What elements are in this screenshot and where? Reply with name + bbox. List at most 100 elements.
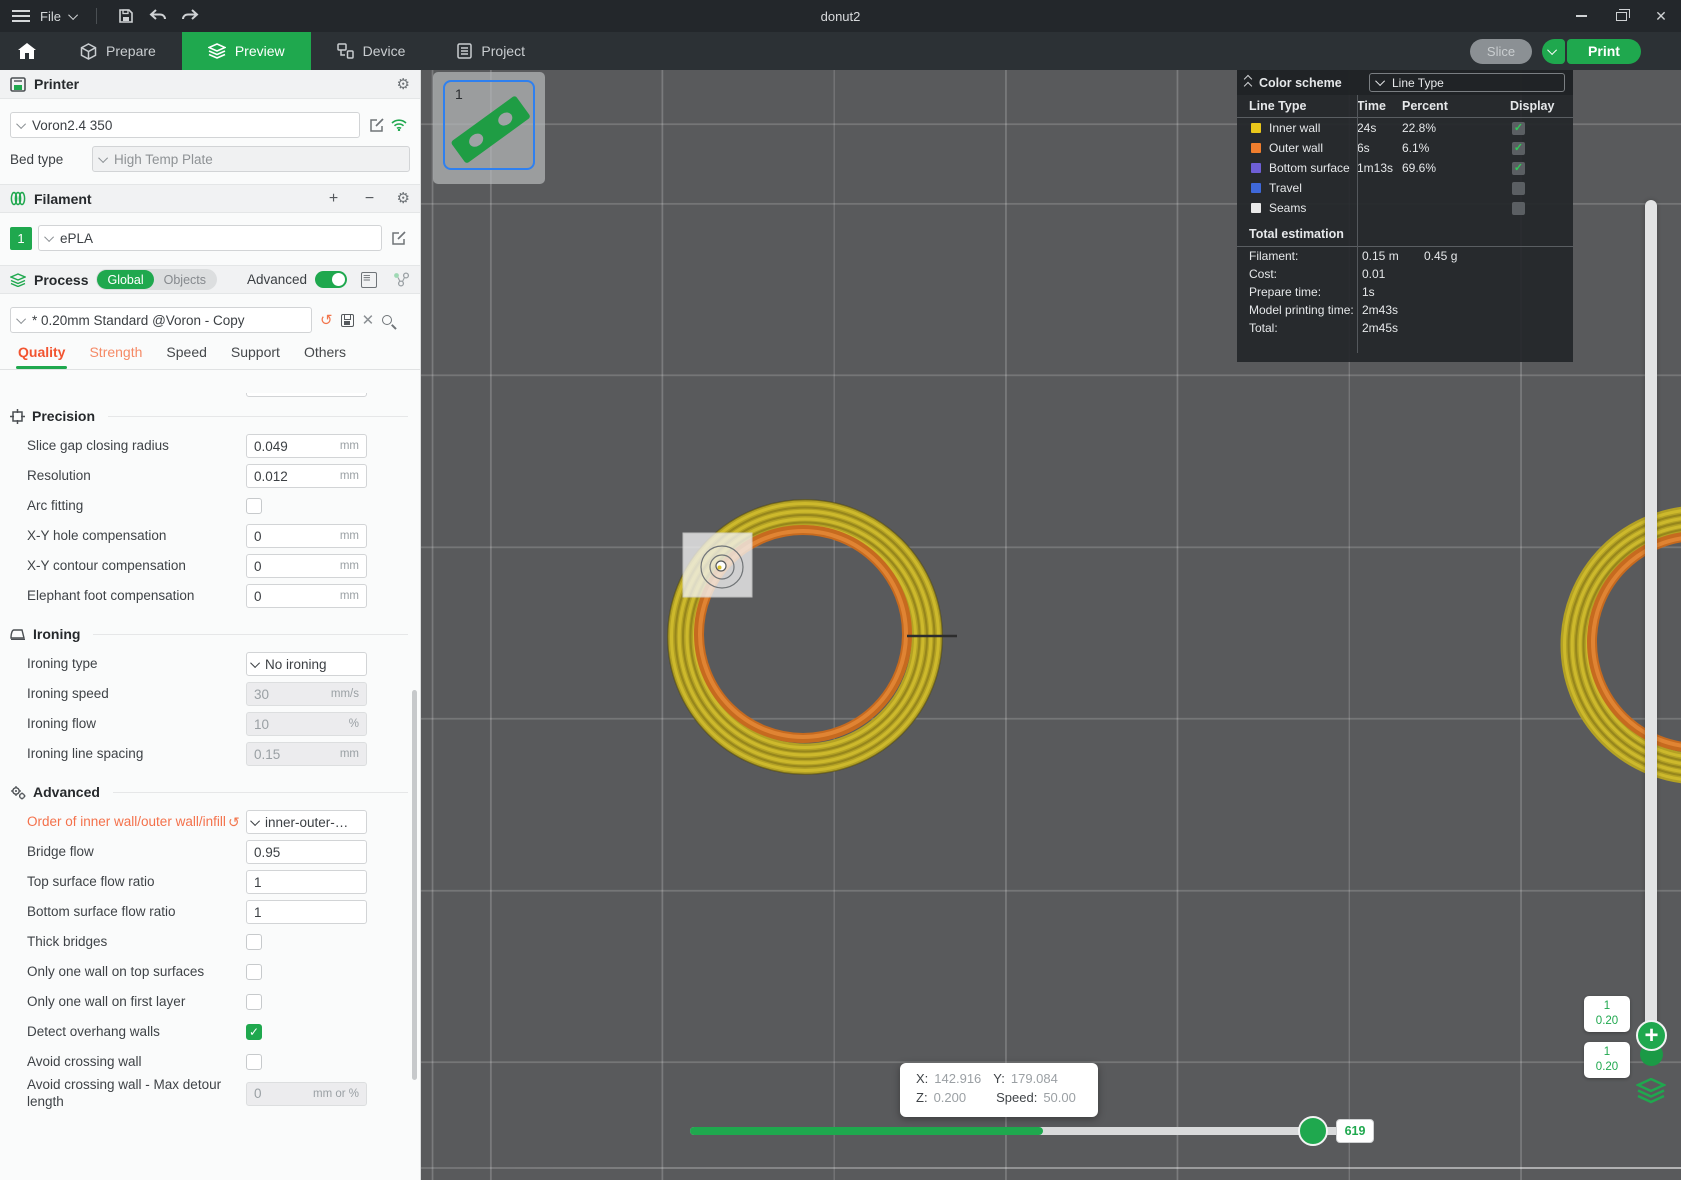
save-preset-icon[interactable]: [340, 313, 354, 327]
maximize-button[interactable]: [1601, 0, 1641, 32]
filament-preset-select[interactable]: ePLA: [38, 225, 382, 251]
setting-input[interactable]: 0 mm: [246, 554, 367, 578]
setting-input[interactable]: 0.049 mm: [246, 434, 367, 458]
reset-preset-icon[interactable]: ↺: [320, 313, 333, 328]
collapse-panel-icon[interactable]: [1243, 74, 1253, 91]
line-type-swatch: [1251, 183, 1261, 193]
edit-filament-icon[interactable]: [388, 227, 410, 249]
bed-type-row: Bed type High Temp Plate: [0, 146, 420, 184]
plate-thumbnail-card[interactable]: 1: [433, 72, 545, 184]
line-type-swatch: [1251, 143, 1261, 153]
settings-scroll-area[interactable]: Precision Slice gap closing radius 0.049 mm…: [0, 393, 420, 1180]
advanced-icon: [10, 785, 26, 800]
display-checkbox[interactable]: [1512, 181, 1525, 195]
color-scheme-mode-select[interactable]: Line Type: [1369, 73, 1565, 92]
home-button[interactable]: [0, 32, 54, 70]
slice-button[interactable]: Slice: [1470, 38, 1532, 64]
setting-input[interactable]: 0 mm or %: [246, 1081, 367, 1106]
layer-slider-track[interactable]: [1645, 200, 1657, 1050]
setting-select[interactable]: No ironing: [246, 652, 367, 676]
setting-checkbox[interactable]: [246, 1054, 262, 1070]
setting-checkbox[interactable]: ✓: [246, 1024, 262, 1040]
process-flow-icon[interactable]: [393, 272, 410, 287]
layer-badge-bottom: 1 0.20: [1584, 1042, 1630, 1078]
setting-row: Avoid crossing wall: [0, 1047, 420, 1077]
setting-input[interactable]: 10%: [246, 712, 367, 736]
display-checkbox[interactable]: ✓: [1512, 161, 1525, 175]
settings-scrollbar[interactable]: [412, 690, 417, 1080]
minimize-button[interactable]: [1561, 0, 1601, 32]
plate-number: 1: [455, 86, 463, 102]
search-settings-icon[interactable]: [382, 315, 393, 325]
setting-checkbox[interactable]: [246, 994, 262, 1010]
tab-preview[interactable]: Preview: [181, 32, 311, 70]
setting-checkbox[interactable]: [246, 964, 262, 980]
display-checkbox[interactable]: ✓: [1512, 141, 1525, 155]
print-button[interactable]: Print: [1567, 38, 1641, 64]
add-filament-icon[interactable]: +: [325, 190, 343, 208]
tab-device[interactable]: Device: [311, 32, 432, 70]
close-button[interactable]: ✕: [1641, 0, 1681, 32]
hamburger-menu-icon[interactable]: [12, 10, 30, 22]
setting-row: Bottom surface flow ratio 1: [0, 897, 420, 927]
print-dropdown-chevron-icon[interactable]: [1542, 38, 1565, 64]
process-tab-strength[interactable]: Strength: [77, 338, 154, 369]
process-preset-value: * 0.20mm Standard @Voron - Copy: [32, 312, 245, 328]
setting-input[interactable]: 0.012 mm: [246, 464, 367, 488]
setting-row: Ironing type No ironing: [0, 649, 420, 679]
scope-global[interactable]: Global: [97, 270, 154, 289]
wifi-icon[interactable]: [388, 114, 410, 136]
scope-objects[interactable]: Objects: [154, 270, 216, 289]
setting-row: Ironing line spacing 0.15 mm: [0, 739, 420, 769]
printer-icon: [10, 76, 26, 92]
setting-checkbox[interactable]: [246, 934, 262, 950]
setting-input[interactable]: 0 mm: [246, 584, 367, 608]
process-scope-toggle[interactable]: Global Objects: [96, 269, 218, 290]
layers-view-icon[interactable]: [1636, 1078, 1666, 1104]
bed-type-select[interactable]: High Temp Plate: [92, 146, 410, 172]
legend-row-bottom-surface: Bottom surface 1m13s 69.6% ✓: [1237, 158, 1573, 178]
process-tab-quality[interactable]: Quality: [6, 338, 77, 369]
clear-preset-icon[interactable]: ✕: [362, 311, 375, 329]
layer-badge-top: 1 0.20: [1584, 996, 1630, 1032]
reset-setting-icon[interactable]: ↺: [228, 814, 240, 831]
process-section-title: Process: [34, 271, 89, 288]
file-menu[interactable]: File: [40, 9, 61, 24]
filament-settings-gear-icon[interactable]: ⚙: [397, 191, 410, 206]
remove-filament-icon[interactable]: −: [361, 190, 379, 208]
setting-select[interactable]: inner-outer-…: [246, 810, 367, 834]
process-tab-support[interactable]: Support: [219, 338, 292, 369]
tab-prepare[interactable]: Prepare: [54, 32, 182, 70]
layers-icon: [207, 43, 226, 59]
move-slider-handle[interactable]: [1298, 1116, 1328, 1146]
layer-slider-add-handle[interactable]: +: [1636, 1020, 1667, 1051]
setting-input[interactable]: 0.95: [246, 840, 367, 864]
setting-checkbox[interactable]: [246, 498, 262, 514]
setting-input[interactable]: 30 mm/s: [246, 682, 367, 706]
process-preset-select[interactable]: * 0.20mm Standard @Voron - Copy: [10, 307, 312, 333]
color-scheme-header: Color scheme Line Type: [1237, 70, 1573, 95]
section-header-advanced: Advanced: [10, 781, 420, 803]
setting-input[interactable]: 1: [246, 900, 367, 924]
process-tab-others[interactable]: Others: [292, 338, 358, 369]
display-checkbox[interactable]: [1512, 201, 1525, 215]
move-slider-track[interactable]: 619: [690, 1116, 1374, 1146]
setting-input[interactable]: 0 mm: [246, 524, 367, 548]
setting-row: Bridge flow 0.95: [0, 837, 420, 867]
display-checkbox[interactable]: ✓: [1512, 121, 1525, 135]
filament-slot-badge[interactable]: 1: [10, 226, 32, 250]
advanced-toggle[interactable]: [315, 271, 347, 288]
setting-input[interactable]: 0.15 mm: [246, 742, 367, 766]
file-menu-chevron-icon[interactable]: [68, 9, 78, 20]
setting-input[interactable]: 1: [246, 870, 367, 894]
redo-icon[interactable]: [179, 5, 201, 27]
tab-project[interactable]: Project: [431, 32, 551, 70]
process-tab-speed[interactable]: Speed: [154, 338, 218, 369]
edit-printer-icon[interactable]: [366, 114, 388, 136]
undo-icon[interactable]: [147, 5, 169, 27]
printer-settings-gear-icon[interactable]: ⚙: [397, 77, 410, 92]
parameter-list-icon[interactable]: [361, 270, 377, 288]
printer-preset-select[interactable]: Voron2.4 350: [10, 112, 360, 138]
save-icon[interactable]: [115, 5, 137, 27]
clipped-input-fragment: [246, 393, 367, 397]
